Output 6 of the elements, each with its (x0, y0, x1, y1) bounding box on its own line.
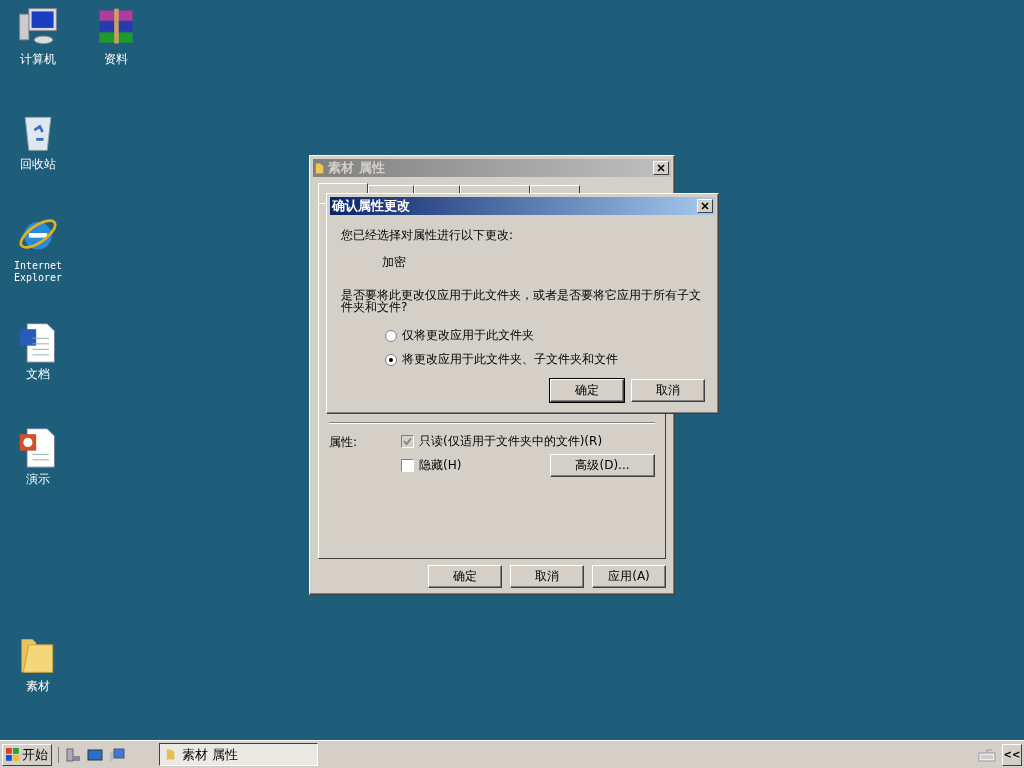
attributes-label: 属性: (329, 434, 359, 451)
dialog-title: 确认属性更改 (332, 197, 411, 215)
window-title: 素材 属性 (328, 159, 386, 177)
change-text: 加密 (382, 254, 407, 271)
intro-text: 您已经选择对属性进行以下更改: (341, 227, 515, 244)
question-text: 是否要将此更改仅应用于此文件夹，或者是否要将它应用于所有子文件夹和文件? (341, 289, 702, 313)
